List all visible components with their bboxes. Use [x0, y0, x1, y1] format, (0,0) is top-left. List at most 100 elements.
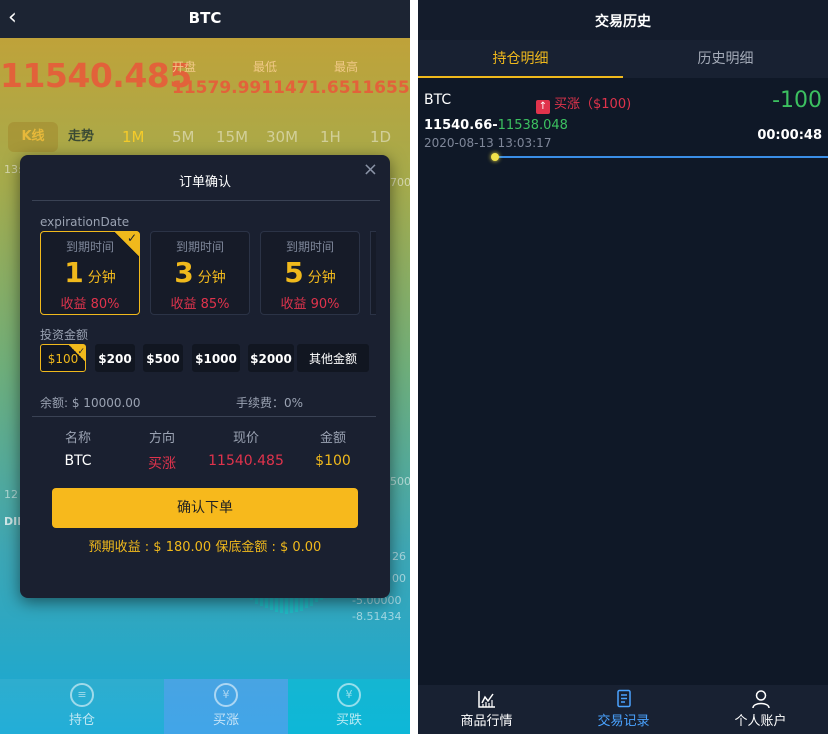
close-icon[interactable]: ×	[363, 159, 378, 180]
col-header-name: 名称	[64, 431, 91, 446]
axis-label-right: 26	[392, 550, 406, 563]
amount-other[interactable]: 其他金额	[297, 344, 369, 372]
expected-profit: 预期收益 : $ 180.00 保底金额 : $ 0.00	[88, 540, 322, 555]
col-header-direction: 方向	[148, 431, 175, 446]
option-caption: 到期时间	[285, 240, 334, 254]
tab-trend[interactable]: 走势	[68, 122, 94, 152]
tab-label: 持仓	[68, 713, 95, 728]
tab-positions[interactable]: ≡ 持仓	[0, 679, 164, 734]
order-confirm-dialog: 订单确认 × expirationDate 到期时间 1 分钟 收益 80% ✓ …	[20, 155, 390, 598]
amount-1000[interactable]: $1000	[192, 344, 240, 372]
tab-buy-down[interactable]: ¥ 买跌	[288, 679, 410, 734]
progress-dot	[491, 153, 499, 161]
check-icon: ✓	[68, 344, 86, 362]
check-icon: ✓	[114, 231, 140, 257]
axis-label-right: 700	[390, 176, 410, 189]
open-price: 11540.66-	[424, 118, 498, 133]
option-number: 3	[174, 256, 194, 289]
right-screen: 交易历史 持仓明细 历史明细 BTC ↑ 买涨（$100) -100 11540.…	[418, 0, 828, 734]
time-option-3min[interactable]: 到期时间 3 分钟 收益 85%	[150, 231, 250, 315]
confirm-order-button[interactable]: 确认下单	[52, 488, 358, 528]
document-icon	[616, 689, 631, 708]
time-option-5min[interactable]: 到期时间 5 分钟 收益 90%	[260, 231, 360, 315]
order-direction: 买涨	[148, 456, 176, 472]
option-profit: 收益 90%	[280, 297, 340, 312]
chart-tabs: K线 走势 1M 5M 15M 30M 1H 1D	[8, 122, 410, 152]
option-unit: 分钟	[87, 270, 116, 286]
col-header-price: 现价	[232, 431, 259, 446]
tab-5m[interactable]: 5M	[172, 122, 195, 152]
history-tabs: 持仓明细 历史明细	[418, 40, 828, 78]
stat-values: 11579.9911471.6511655.41	[172, 78, 410, 98]
axis-label-right: 00	[392, 572, 406, 585]
position-pl: -100	[772, 88, 822, 113]
current-price: 11538.048	[497, 118, 568, 133]
bottom-tab-bar: 商品行情 交易记录 个人账户	[418, 685, 828, 734]
countdown: 00:00:48	[757, 128, 822, 143]
page-title: 交易历史	[595, 14, 651, 30]
axis-label-left: 12	[4, 488, 18, 501]
tab-1h[interactable]: 1H	[320, 122, 341, 152]
left-screen: ‹ BTC 11540.485 开盘 最低 最高 11579.9911471.6…	[0, 0, 410, 734]
amount-500[interactable]: $500	[143, 344, 183, 372]
amount-2000[interactable]: $2000	[248, 344, 294, 372]
expiration-label: expirationDate	[40, 215, 130, 229]
order-amount: $100	[315, 453, 351, 469]
order-name: BTC	[64, 453, 92, 469]
amount-200[interactable]: $200	[95, 344, 135, 372]
yen-icon: ¥	[337, 683, 361, 707]
option-profit: 收益 80%	[60, 297, 120, 312]
position-direction: ↑ 买涨（$100)	[536, 93, 631, 114]
tab-30m[interactable]: 30M	[266, 122, 298, 152]
position-prices: 11540.66-11538.048	[424, 118, 568, 133]
bottom-tab-bar: ≡ 持仓 ¥ 买涨 ¥ 买跌	[0, 679, 410, 734]
tab-market[interactable]: 商品行情	[418, 685, 555, 734]
dialog-title: 订单确认	[178, 175, 231, 190]
divider	[32, 416, 376, 417]
tab-open-positions[interactable]: 持仓明细	[418, 40, 623, 78]
option-unit: 分钟	[307, 270, 336, 286]
countdown-progress-bar	[494, 156, 828, 158]
tab-trade-records[interactable]: 交易记录	[555, 685, 692, 734]
order-price: 11540.485	[208, 453, 284, 469]
tab-buy-up[interactable]: ¥ 买涨	[164, 679, 288, 734]
tab-label: 买涨	[212, 713, 239, 728]
time-option-1min[interactable]: 到期时间 1 分钟 收益 80% ✓	[40, 231, 140, 315]
tab-1d[interactable]: 1D	[370, 122, 391, 152]
tab-label: 商品行情	[460, 714, 513, 729]
current-price: 11540.485	[0, 56, 192, 95]
coins-icon: ≡	[70, 683, 94, 707]
header: ‹ BTC	[0, 0, 410, 38]
tab-1m[interactable]: 1M	[122, 122, 145, 152]
user-icon	[751, 690, 770, 709]
option-number: 5	[284, 256, 304, 289]
tab-15m[interactable]: 15M	[216, 122, 248, 152]
open-label: 开盘	[172, 60, 197, 74]
tab-label: 交易记录	[597, 714, 650, 729]
high-label: 最高	[334, 60, 359, 74]
option-unit: 分钟	[197, 270, 226, 286]
screen-divider	[410, 0, 418, 734]
tab-account[interactable]: 个人账户	[692, 685, 828, 734]
position-date: 2020-08-13 13:03:17	[424, 136, 552, 150]
scroll-hint	[370, 231, 376, 315]
tab-history[interactable]: 历史明细	[623, 40, 828, 78]
chart-icon	[477, 691, 495, 708]
tab-kline[interactable]: K线	[8, 122, 58, 152]
col-header-amount: 金额	[319, 431, 346, 446]
amount-100[interactable]: $100 ✓	[40, 344, 86, 372]
arrow-up-icon: ↑	[536, 100, 550, 114]
macd-histogram	[250, 596, 323, 614]
low-label: 最低	[253, 60, 278, 74]
header: 交易历史	[418, 0, 828, 40]
yen-icon: ¥	[214, 683, 238, 707]
tab-label: 买跌	[335, 713, 362, 728]
balance: 余额: $ 10000.00	[40, 396, 141, 410]
fee: 手续费：0%	[236, 396, 304, 410]
divider	[32, 200, 380, 201]
direction-text: 买涨（$100)	[554, 97, 632, 112]
page-title: BTC	[188, 9, 222, 27]
option-profit: 收益 85%	[170, 297, 230, 312]
tab-label: 个人账户	[734, 714, 787, 729]
option-caption: 到期时间	[175, 240, 224, 254]
